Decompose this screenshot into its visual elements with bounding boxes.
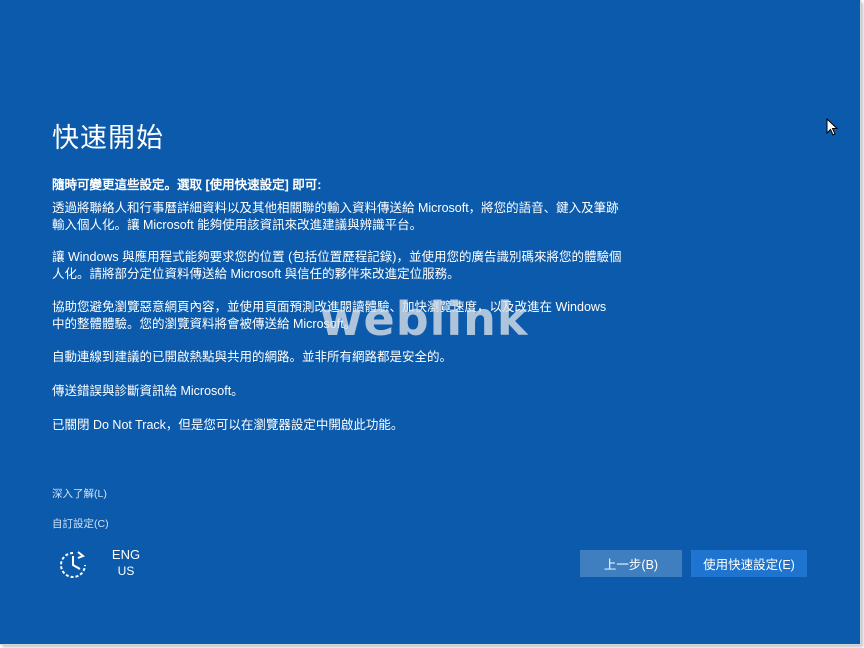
settings-paragraph-networks: 自動連線到建議的已開啟熱點與共用的網路。並非所有網路都是安全的。 bbox=[52, 350, 453, 364]
customize-settings-link[interactable]: 自訂設定(C) bbox=[52, 516, 109, 531]
settings-paragraph-do-not-track: 已關閉 Do Not Track，但是您可以在瀏覽器設定中開啟此功能。 bbox=[52, 418, 404, 432]
language-region: US bbox=[117, 564, 135, 578]
language-switcher[interactable]: ENG US bbox=[106, 547, 146, 579]
settings-paragraph-location: 讓 Windows 與應用程式能夠要求您的位置 (包括位置歷程記錄)，並使用您的… bbox=[52, 250, 622, 281]
learn-more-link[interactable]: 深入了解(L) bbox=[52, 486, 107, 501]
settings-paragraph-diagnostics: 傳送錯誤與診斷資訊給 Microsoft。 bbox=[52, 384, 244, 398]
settings-paragraph-browsing: 協助您避免瀏覽惡意網頁內容，並使用頁面預測改進閱讀體驗、加快瀏覽速度，以及改進在… bbox=[52, 300, 607, 331]
ease-of-access-icon[interactable] bbox=[56, 548, 90, 582]
page-subtitle: 隨時可變更這些設定。選取 [使用快速設定] 即可: bbox=[52, 178, 322, 192]
page-title: 快速開始 bbox=[52, 123, 164, 153]
use-express-settings-button[interactable]: 使用快速設定(E) bbox=[691, 550, 807, 577]
settings-paragraph-input: 透過將聯絡人和行事曆詳細資料以及其他相關聯的輸入資料傳送給 Microsoft，… bbox=[52, 201, 619, 232]
language-code: ENG bbox=[111, 547, 141, 562]
back-button[interactable]: 上一步(B) bbox=[580, 550, 682, 577]
oobe-window: 快速開始 隨時可變更這些設定。選取 [使用快速設定] 即可: 透過將聯絡人和行事… bbox=[0, 0, 861, 645]
mouse-pointer-icon bbox=[826, 117, 839, 136]
